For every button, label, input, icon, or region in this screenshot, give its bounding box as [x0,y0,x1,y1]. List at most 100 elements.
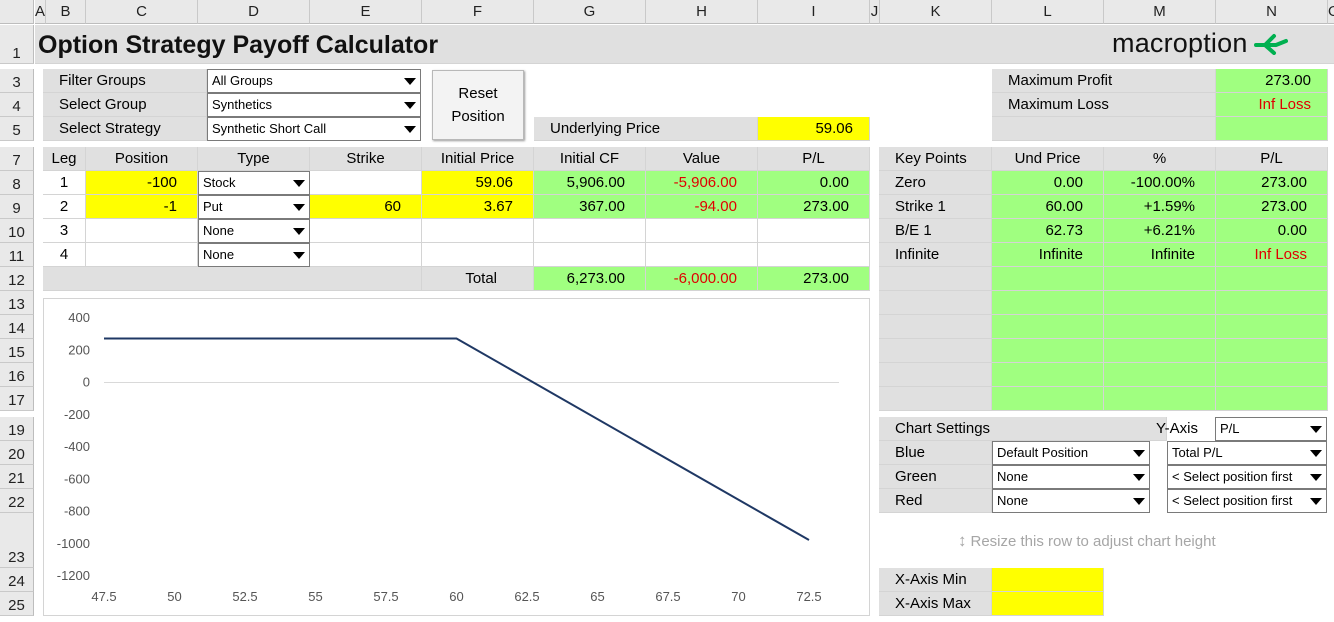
chevron-down-icon[interactable] [400,94,420,116]
key-point-empty [1216,291,1328,315]
row-header-24[interactable]: 24 [0,568,34,592]
leg-type-dropdown[interactable]: None [198,219,310,243]
row-header-3[interactable]: 3 [0,69,34,93]
column-header-e[interactable]: E [310,0,422,24]
column-header-f[interactable]: F [422,0,534,24]
row-header-10[interactable]: 10 [0,219,34,243]
chevron-down-icon[interactable] [289,244,309,266]
row-header-19[interactable]: 19 [0,417,34,441]
chevron-down-icon[interactable] [1306,466,1326,488]
leg-type-dropdown[interactable]: None [198,243,310,267]
column-header-l[interactable]: L [992,0,1104,24]
select-strategy-dropdown[interactable]: Synthetic Short Call [207,117,421,141]
chevron-down-icon[interactable] [1306,490,1326,512]
x-axis-max-input[interactable] [992,592,1104,616]
row-header-8[interactable]: 8 [0,171,34,195]
chart-series-dropdown[interactable]: Total P/L [1167,441,1327,465]
row-header-9[interactable]: 9 [0,195,34,219]
leg-price-input[interactable]: 59.06 [422,171,534,195]
leg-type-dropdown[interactable]: Stock [198,171,310,195]
row-header-22[interactable]: 22 [0,489,34,513]
row-header-4[interactable]: 4 [0,93,34,117]
key-point-empty [1216,315,1328,339]
row-header-14[interactable]: 14 [0,315,34,339]
leg-position-input[interactable]: -1 [86,195,198,219]
reset-button-line1: Reset [458,85,498,102]
key-point-pl: Inf Loss [1216,243,1328,267]
column-header-g[interactable]: G [534,0,646,24]
column-header-i[interactable]: I [758,0,870,24]
key-points-header-2: % [1104,147,1216,171]
column-header-a[interactable]: A [35,0,46,24]
chart-position-dropdown[interactable]: None [992,465,1150,489]
column-header-c[interactable]: C [86,0,198,24]
row-header-23[interactable]: 23 [0,513,34,568]
row-header-21[interactable]: 21 [0,465,34,489]
leg-strike-input[interactable] [310,219,422,243]
reset-position-button[interactable]: Reset Position [432,70,524,140]
select-all-corner[interactable] [0,0,34,24]
legs-header-2: Type [198,147,310,171]
column-header-b[interactable]: B [46,0,86,24]
y-axis-dropdown[interactable]: P/L [1215,417,1327,441]
leg-type-dropdown[interactable]: Put [198,195,310,219]
leg-price-input[interactable]: 3.67 [422,195,534,219]
chart-series-dropdown[interactable]: < Select position first [1167,489,1327,513]
row-header-1[interactable]: 1 [0,25,34,64]
column-header-j[interactable]: J [870,0,880,24]
select-group-dropdown[interactable]: Synthetics [207,93,421,117]
column-header-h[interactable]: H [646,0,758,24]
logo-text: macroption [1112,27,1248,58]
row-header-7[interactable]: 7 [0,147,34,171]
chevron-down-icon[interactable] [1306,442,1326,464]
leg-strike-input[interactable] [310,243,422,267]
chart-position-dropdown[interactable]: Default Position [992,441,1150,465]
column-header-m[interactable]: M [1104,0,1216,24]
leg-position-input[interactable]: -100 [86,171,198,195]
row-header-11[interactable]: 11 [0,243,34,267]
column-header-n[interactable]: N [1216,0,1328,24]
y-tick-label: 0 [83,375,90,390]
key-point-pct: +1.59% [1104,195,1216,219]
chart-series-label: Red [879,489,992,513]
chart-series-dropdown[interactable]: < Select position first [1167,465,1327,489]
chevron-down-icon[interactable] [1129,442,1149,464]
x-tick-label: 67.5 [655,589,680,604]
row-header-25[interactable]: 25 [0,592,34,616]
chart-position-dropdown[interactable]: None [992,489,1150,513]
row-header-16[interactable]: 16 [0,363,34,387]
chevron-down-icon[interactable] [400,118,420,140]
resize-hint-text: Resize this row to adjust chart height [970,532,1216,550]
row-header-15[interactable]: 15 [0,339,34,363]
leg-position-input[interactable] [86,243,198,267]
chevron-down-icon[interactable] [289,172,309,194]
leg-strike-input[interactable]: 60 [310,195,422,219]
legs-header-4: Initial Price [422,147,534,171]
row-header-5[interactable]: 5 [0,117,34,141]
leg-price-input[interactable] [422,243,534,267]
row-header-17[interactable]: 17 [0,387,34,411]
column-header-k[interactable]: K [880,0,992,24]
row-header-12[interactable]: 12 [0,267,34,291]
leg-number: 4 [43,243,86,267]
chevron-down-icon[interactable] [1129,466,1149,488]
leg-price-input[interactable] [422,219,534,243]
legs-header-0: Leg [43,147,86,171]
chevron-down-icon[interactable] [1306,418,1326,440]
row-header-13[interactable]: 13 [0,291,34,315]
payoff-chart[interactable]: 400 200 0 -200 -400 -600 -800 -1000 -1200 47.5 50 5… [43,298,870,616]
chevron-down-icon[interactable] [400,70,420,92]
column-header-o[interactable]: O [1328,0,1334,24]
row-header-20[interactable]: 20 [0,441,34,465]
underlying-price-input[interactable]: 59.06 [758,117,870,141]
column-header-d[interactable]: D [198,0,310,24]
logo-icon [1253,34,1288,55]
leg-strike-input[interactable] [310,171,422,195]
filter-groups-dropdown[interactable]: All Groups [207,69,421,93]
x-axis-min-input[interactable] [992,568,1104,592]
chevron-down-icon[interactable] [289,196,309,218]
key-point-pl: 273.00 [1216,171,1328,195]
chevron-down-icon[interactable] [1129,490,1149,512]
leg-position-input[interactable] [86,219,198,243]
chevron-down-icon[interactable] [289,220,309,242]
